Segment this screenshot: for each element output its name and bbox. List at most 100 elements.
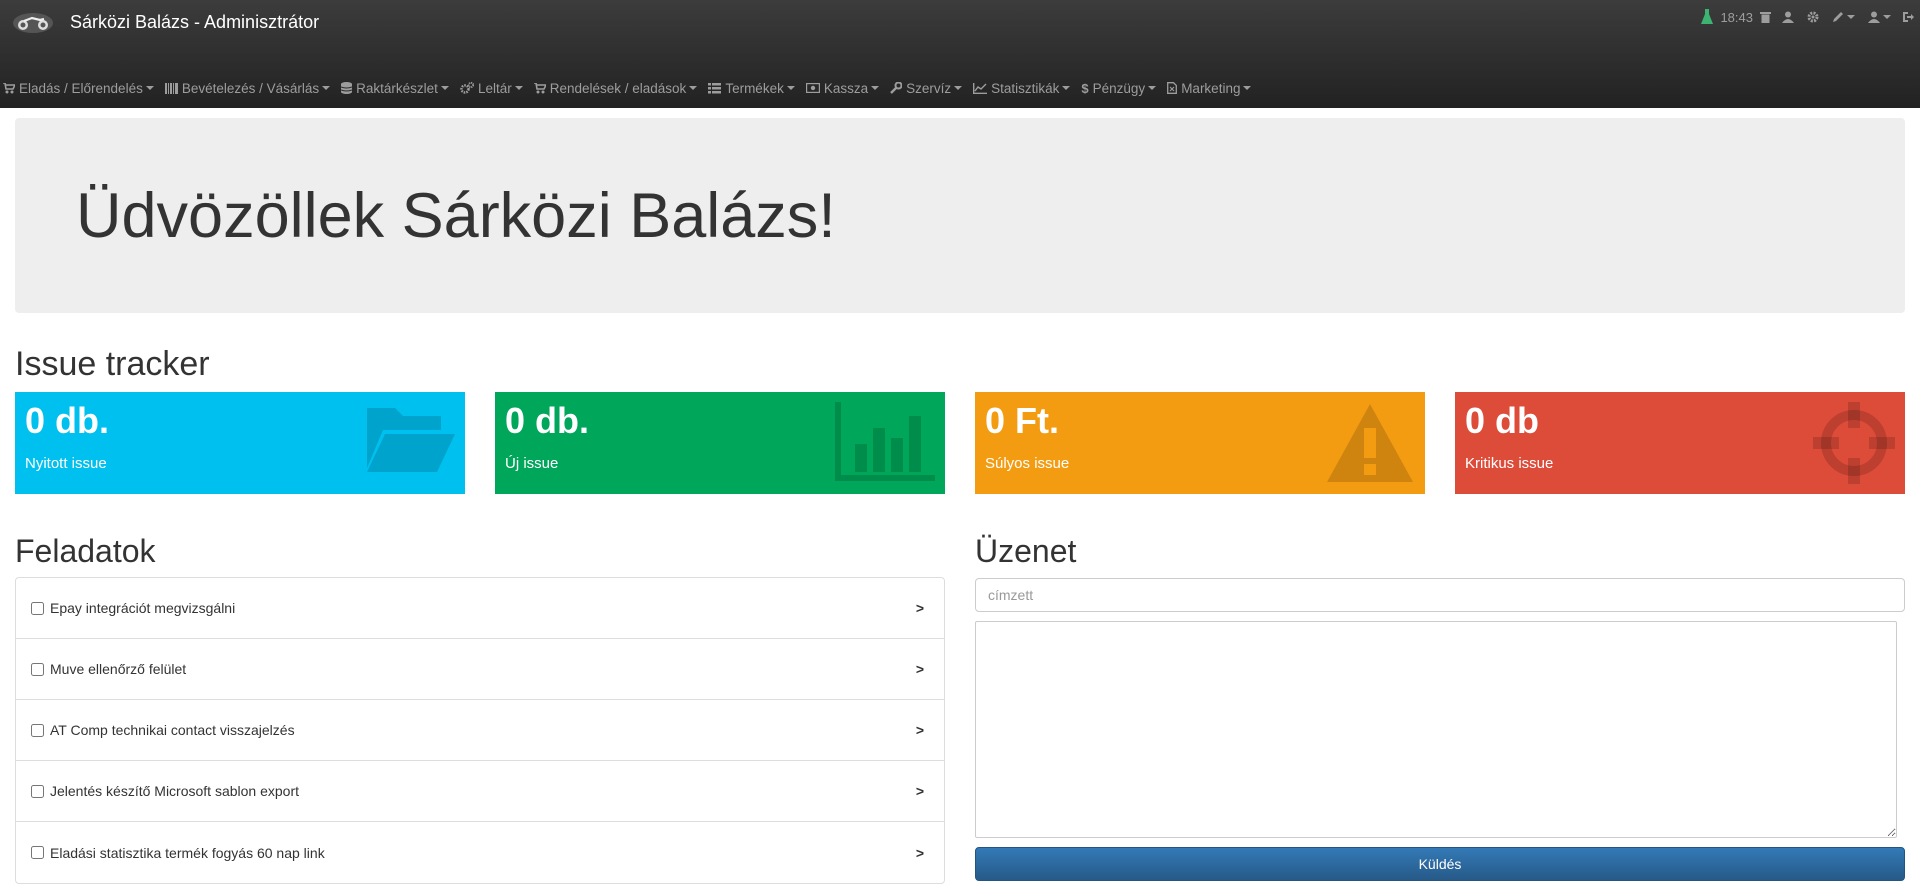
stat-value: 0 db	[1465, 400, 1540, 441]
stat-label: Súlyos issue	[985, 455, 1070, 472]
list-item: Epay integrációt megvizsgálni >	[16, 578, 944, 639]
menu-label: Statisztikák	[991, 80, 1060, 96]
stat-label: Nyitott issue	[25, 455, 107, 472]
issue-tracker-title: Issue tracker	[15, 345, 210, 383]
line-chart-icon	[973, 82, 988, 94]
task-checkbox[interactable]	[31, 723, 44, 737]
bar-chart-icon	[835, 402, 935, 487]
menu-label: Rendelések / eladások	[549, 80, 687, 96]
recipient-input[interactable]	[975, 578, 1905, 612]
menu-label: Termékek	[725, 80, 784, 96]
task-checkbox[interactable]	[31, 662, 44, 676]
task-list: Epay integrációt megvizsgálni > Muve ell…	[15, 577, 945, 884]
stat-value: 0 Ft.	[985, 400, 1060, 441]
dollar-icon: $	[1081, 80, 1089, 96]
welcome-banner: Üdvözöllek Sárközi Balázs!	[15, 118, 1905, 313]
stat-label: Kritikus issue	[1465, 455, 1554, 472]
task-label: Muve ellenőrző felület	[50, 661, 187, 677]
menu-label: Bevételezés / Vásárlás	[181, 80, 320, 96]
file-icon	[1167, 82, 1178, 94]
account-icon[interactable]	[1868, 11, 1891, 23]
menu-item-cashier[interactable]: Kassza	[805, 80, 880, 96]
edit-icon[interactable]	[1832, 11, 1855, 23]
top-navbar: Sárközi Balázs - Adminisztrátor 18:43 El…	[0, 0, 1920, 108]
menu-item-purchase[interactable]: Bevételezés / Vásárlás	[164, 80, 331, 96]
clock: 18:43	[1720, 9, 1753, 25]
menu-label: Szervíz	[906, 80, 952, 96]
task-checkbox[interactable]	[31, 601, 44, 615]
stat-box-critical-issues[interactable]: 0 db Kritikus issue	[1455, 392, 1905, 494]
motorcycle-icon[interactable]	[12, 12, 54, 34]
chevron-down-icon	[1847, 15, 1855, 19]
status-flask-icon[interactable]	[1701, 9, 1714, 25]
welcome-heading: Üdvözöllek Sárközi Balázs!	[76, 181, 836, 251]
main-menu: Eladás / Előrendelés Bevételezés / Vásár…	[0, 77, 1262, 99]
chevron-down-icon	[954, 86, 963, 90]
settings-icon[interactable]	[1807, 11, 1819, 23]
chevron-down-icon	[871, 86, 880, 90]
task-label: Epay integrációt megvizsgálni	[50, 600, 236, 616]
chevron-down-icon	[145, 86, 154, 90]
chevron-down-icon	[1243, 86, 1252, 90]
menu-item-service[interactable]: Szervíz	[890, 80, 963, 96]
menu-label: Eladás / Előrendelés	[19, 80, 143, 96]
task-open-link[interactable]: >	[916, 783, 924, 799]
message-title: Üzenet	[975, 533, 1077, 569]
task-open-link[interactable]: >	[916, 722, 924, 738]
chevron-down-icon	[440, 86, 449, 90]
tasks-title: Feladatok	[15, 533, 156, 569]
money-icon	[805, 83, 820, 93]
menu-item-stock[interactable]: Raktárkészlet	[341, 81, 449, 96]
app-title[interactable]: Sárközi Balázs - Adminisztrátor	[70, 12, 319, 33]
barcode-icon	[164, 82, 178, 94]
menu-label: Kassza	[823, 80, 869, 96]
header-toolbar: 18:43	[1701, 9, 1914, 25]
list-item: Muve ellenőrző felület >	[16, 639, 944, 700]
task-label: Jelentés készítő Microsoft sablon export	[50, 783, 300, 799]
warning-icon	[1325, 402, 1415, 489]
message-textarea[interactable]	[975, 621, 1897, 838]
chevron-down-icon	[689, 86, 698, 90]
folder-open-icon	[365, 402, 455, 479]
wrench-icon	[890, 82, 903, 94]
task-checkbox[interactable]	[31, 784, 44, 798]
cart-icon	[533, 82, 546, 94]
list-icon	[708, 82, 722, 94]
task-open-link[interactable]: >	[916, 661, 924, 677]
list-item: Eladási statisztika termék fogyás 60 nap…	[16, 822, 944, 883]
menu-label: Raktárkészlet	[356, 80, 438, 96]
task-checkbox[interactable]	[31, 846, 44, 859]
menu-item-statistics[interactable]: Statisztikák	[973, 80, 1071, 96]
task-open-link[interactable]: >	[916, 845, 924, 861]
menu-item-sales[interactable]: Eladás / Előrendelés	[3, 81, 154, 96]
menu-item-products[interactable]: Termékek	[708, 81, 795, 96]
send-button[interactable]: Küldés	[975, 847, 1905, 881]
database-icon	[341, 82, 353, 94]
chevron-down-icon	[1062, 86, 1071, 90]
menu-label: Marketing	[1181, 80, 1241, 96]
stat-box-severe-issues[interactable]: 0 Ft. Súlyos issue	[975, 392, 1425, 494]
logout-icon[interactable]	[1902, 11, 1914, 23]
menu-item-orders[interactable]: Rendelések / eladások	[533, 80, 698, 96]
list-item: AT Comp technikai contact visszajelzés >	[16, 700, 944, 761]
chevron-down-icon	[322, 86, 331, 90]
list-item: Jelentés készítő Microsoft sablon export…	[16, 761, 944, 822]
user-icon[interactable]	[1782, 11, 1794, 23]
task-label: AT Comp technikai contact visszajelzés	[50, 722, 295, 738]
crosshairs-icon	[1813, 402, 1895, 489]
chevron-down-icon	[786, 86, 795, 90]
stat-value: 0 db.	[505, 400, 590, 441]
stat-box-new-issues[interactable]: 0 db. Új issue	[495, 392, 945, 494]
chevron-down-icon	[514, 86, 523, 90]
cogs-icon	[460, 82, 474, 94]
trash-icon[interactable]	[1760, 11, 1771, 23]
menu-label: Leltár	[477, 80, 512, 96]
stat-value: 0 db.	[25, 400, 110, 441]
stat-box-open-issues[interactable]: 0 db. Nyitott issue	[15, 392, 465, 494]
stat-label: Új issue	[505, 455, 559, 472]
menu-item-inventory[interactable]: Leltár	[460, 81, 523, 96]
menu-label: Pénzügy	[1092, 80, 1146, 96]
menu-item-marketing[interactable]: Marketing	[1167, 80, 1252, 96]
menu-item-finance[interactable]: $ Pénzügy	[1081, 80, 1157, 96]
task-open-link[interactable]: >	[916, 600, 924, 616]
